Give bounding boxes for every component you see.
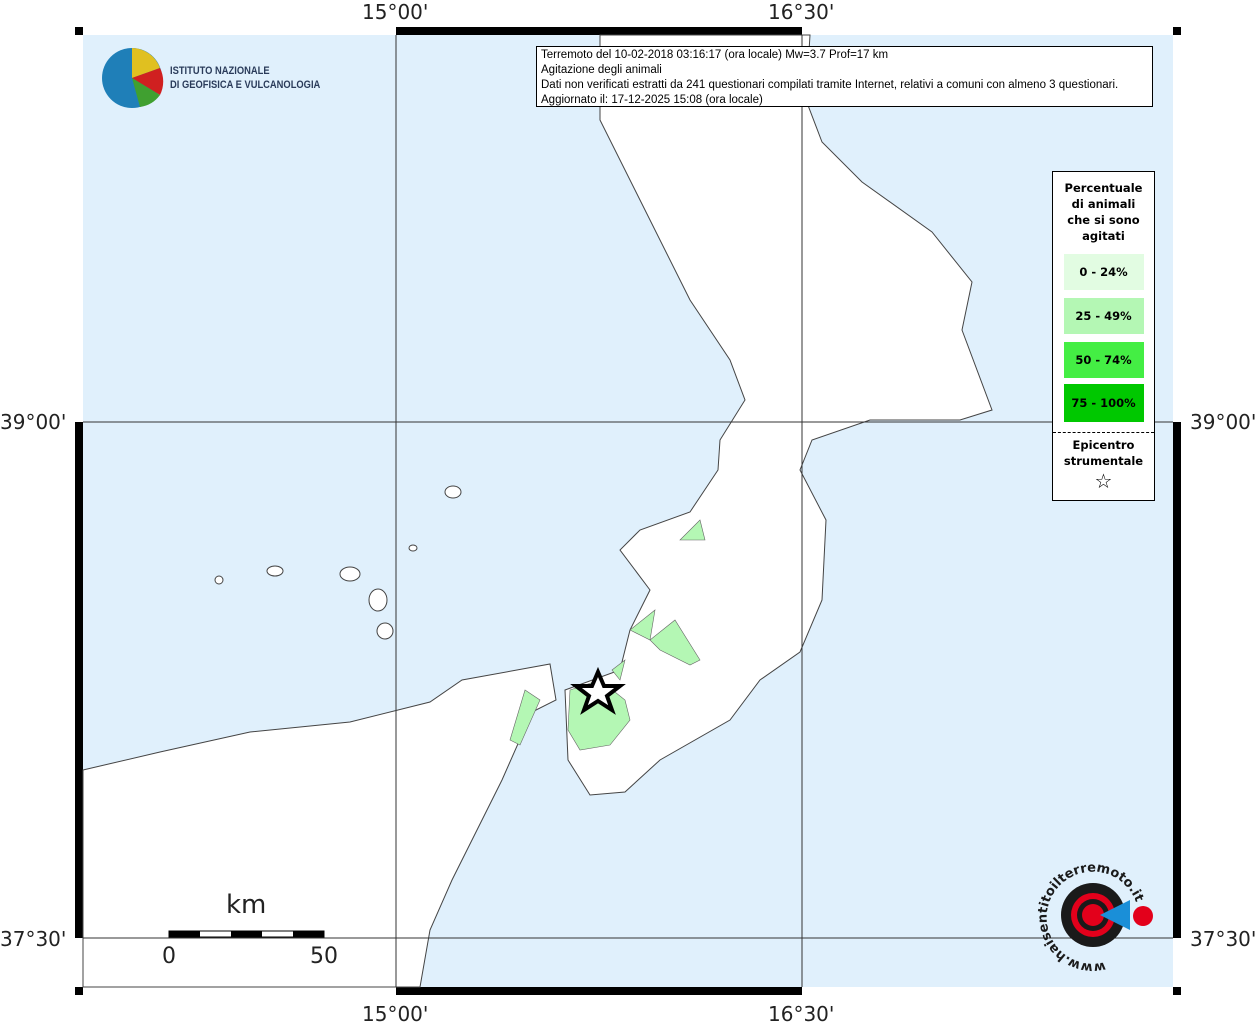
logo-line2: DI GEOFISICA E VULCANOLOGIA — [170, 79, 321, 91]
legend-title-line: di animali — [1071, 197, 1136, 211]
lat-label-right-1: 39°00' — [1190, 410, 1255, 434]
legend-epicenter-line: Epicentro — [1072, 438, 1135, 452]
lon-label-top-2: 16°30' — [768, 0, 835, 24]
info-line-source: Dati non verificati estratti da 241 ques… — [541, 79, 1119, 91]
legend-star-icon: ☆ — [1094, 469, 1113, 493]
lon-label-bottom-2: 16°30' — [768, 1002, 835, 1024]
lat-label-right-2: 37°30' — [1190, 927, 1255, 951]
lat-label-left-1: 39°00' — [0, 410, 67, 434]
lon-label-top-1: 15°00' — [362, 0, 429, 24]
legend-title-line: che si sono — [1067, 213, 1140, 227]
event-info-box: Terremoto del 10-02-2018 03:16:17 (ora l… — [536, 46, 1153, 107]
legend-epicenter-line: strumentale — [1063, 454, 1144, 468]
legend-epicenter: Epicentro strumentale ☆ — [1053, 432, 1154, 493]
legend-title-line: Percentuale — [1064, 181, 1143, 195]
lon-label-bottom-1: 15°00' — [362, 1002, 429, 1024]
intensity-map: www.haisentitoilterremoto.it ISTITUTO NA… — [0, 0, 1255, 1024]
legend-class-25-49: 25 - 49% — [1063, 298, 1144, 334]
map-canvas: www.haisentitoilterremoto.it — [75, 27, 1181, 995]
legend-title-line: agitati — [1082, 229, 1125, 243]
legend-class-75-100: 75 - 100% — [1063, 384, 1144, 422]
lat-label-left-2: 37°30' — [0, 927, 67, 951]
legend-class-0-24: 0 - 24% — [1063, 254, 1144, 290]
logo-line1: ISTITUTO NAZIONALE — [170, 65, 270, 77]
scale-start: 0 — [162, 944, 176, 969]
info-line-title: Agitazione degli animali — [541, 64, 662, 76]
scale-end: 50 — [310, 944, 338, 969]
info-line-updated: Aggiornato il: 17-12-2025 15:08 (ora loc… — [541, 94, 763, 106]
scale-unit: km — [226, 890, 267, 920]
scale-bar — [168, 930, 325, 938]
legend: Percentuale di animali che si sono agita… — [1052, 171, 1155, 501]
legend-title: Percentuale di animali che si sono agita… — [1053, 180, 1154, 244]
info-line-event: Terremoto del 10-02-2018 03:16:17 (ora l… — [541, 49, 889, 61]
legend-class-50-74: 50 - 74% — [1063, 342, 1144, 378]
ingv-logo-text: ISTITUTO NAZIONALE DI GEOFISICA E VULCAN… — [170, 64, 320, 92]
